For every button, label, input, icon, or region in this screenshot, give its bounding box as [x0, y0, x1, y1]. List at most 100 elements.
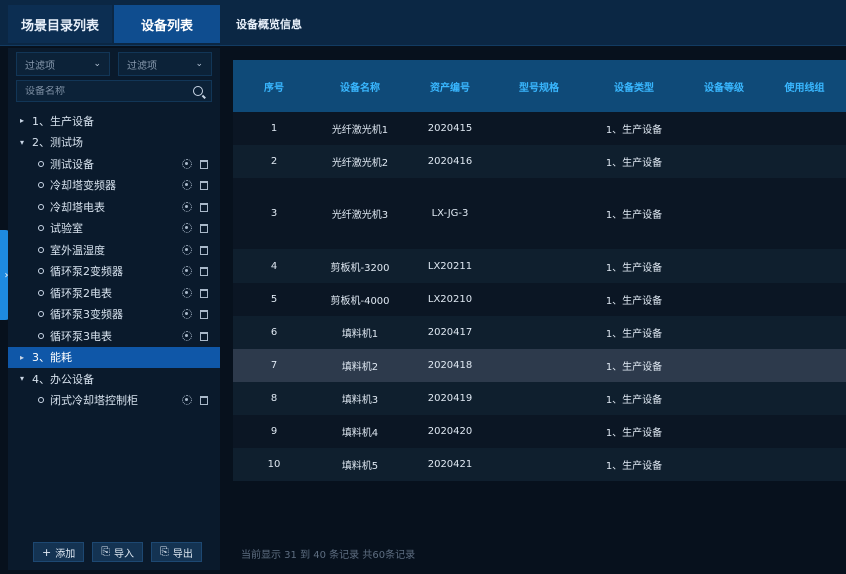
table-row[interactable]: 2 光纤激光机2 2020416 1、生产设备 — [233, 145, 846, 178]
tree-item[interactable]: 循环泵3变频器 — [8, 304, 220, 326]
tree-item-label: 闭式冷却塔控制柜 — [50, 394, 138, 408]
tab-scene-catalog[interactable]: 场景目录列表 — [8, 5, 112, 43]
tree-item[interactable]: 冷却塔变频器 — [8, 175, 220, 197]
tree-item[interactable]: 试验室 — [8, 218, 220, 240]
column-header[interactable]: 资产编号 — [405, 79, 495, 94]
gear-icon[interactable] — [182, 395, 192, 406]
add-button[interactable]: + 添加 — [33, 542, 85, 562]
table-body: 1 光纤激光机1 2020415 1、生产设备 2 光纤激光机2 2020416 1、生产设备… — [233, 112, 846, 481]
table-cell: 光纤激光机2 — [331, 158, 389, 169]
caret-down-icon: ▾ — [20, 137, 25, 147]
tab-device-overview[interactable]: 设备概览信息 — [222, 5, 342, 43]
file-icon: ⎘ — [101, 545, 111, 558]
table-cell: 填料机5 — [341, 461, 379, 472]
trash-icon[interactable] — [200, 202, 208, 212]
table-cell: 1、生产设备 — [605, 296, 663, 307]
table-cell: 2020419 — [427, 393, 473, 404]
caret-down-icon: ▾ — [20, 374, 25, 384]
table-row[interactable]: 1 光纤激光机1 2020415 1、生产设备 — [233, 112, 846, 145]
search-icon[interactable] — [193, 86, 203, 96]
filter-select-1[interactable]: 过滤项 ⌄ — [16, 52, 110, 76]
column-header[interactable]: 使用线组 — [763, 79, 846, 94]
column-header[interactable]: 型号规格 — [495, 79, 583, 94]
table-row[interactable]: 4 剪板机-3200 LX20211 1、生产设备 — [233, 249, 846, 283]
column-header[interactable]: 设备类型 — [583, 79, 685, 94]
trash-icon[interactable] — [200, 159, 208, 169]
tree-item[interactable]: 测试设备 — [8, 153, 220, 175]
tree-group[interactable]: ▾ 4、办公设备 — [8, 368, 220, 390]
column-header[interactable]: 设备等级 — [685, 79, 763, 94]
trash-icon[interactable] — [200, 224, 208, 234]
tree-item[interactable]: 循环泵3电表 — [8, 325, 220, 347]
table-row[interactable]: 10 填料机5 2020421 1、生产设备 — [233, 448, 846, 481]
table-cell: 2020421 — [427, 459, 473, 470]
table-row[interactable]: 7 填料机2 2020418 1、生产设备 — [233, 349, 846, 382]
file-icon: ⎘ — [160, 545, 169, 558]
table-cell: 1、生产设备 — [605, 262, 663, 274]
table-row[interactable]: 3 光纤激光机3 LX-JG-3 1、生产设备 — [233, 178, 846, 249]
tree-item[interactable]: 循环泵2变频器 — [8, 261, 220, 283]
table-row[interactable]: 8 填料机3 2020419 1、生产设备 — [233, 382, 846, 415]
gear-icon[interactable] — [182, 201, 192, 212]
gear-icon[interactable] — [182, 266, 192, 277]
column-header[interactable]: 设备名称 — [315, 79, 405, 94]
tree-item-label: 测试设备 — [50, 157, 94, 171]
tree-item[interactable]: 冷却塔电表 — [8, 196, 220, 218]
tree-item-actions — [182, 201, 208, 212]
tree-group[interactable]: ▸ 1、生产设备 — [8, 110, 220, 132]
gear-icon[interactable] — [182, 287, 192, 298]
tree-group[interactable]: ▾ 2、测试场 — [8, 132, 220, 154]
trash-icon[interactable] — [200, 331, 208, 341]
filter-select-2[interactable]: 过滤项 ⌄ — [118, 52, 212, 76]
circle-icon — [38, 203, 44, 210]
tree-item-actions — [182, 330, 208, 341]
trash-icon[interactable] — [200, 267, 208, 277]
circle-icon — [38, 225, 44, 232]
button-label: 导入 — [114, 548, 135, 560]
tree-item-actions — [182, 395, 208, 406]
table-cell: LX-JG-3 — [431, 208, 469, 219]
import-button[interactable]: ⎘ 导入 — [92, 542, 144, 562]
tree-item[interactable]: 闭式冷却塔控制柜 — [8, 390, 220, 412]
export-button[interactable]: ⎘ 导出 — [151, 542, 202, 562]
button-label: 导出 — [172, 548, 193, 560]
tree-item[interactable]: 循环泵2电表 — [8, 282, 220, 304]
table-row[interactable]: 9 填料机4 2020420 1、生产设备 — [233, 415, 846, 448]
chevron-down-icon: ⌄ — [93, 59, 101, 69]
filter-label: 过滤项 — [25, 60, 55, 72]
gear-icon[interactable] — [182, 180, 192, 191]
trash-icon[interactable] — [200, 181, 208, 191]
tree-group[interactable]: ▸ 3、能耗 — [8, 346, 220, 368]
gear-icon[interactable] — [182, 330, 192, 341]
search-input[interactable] — [25, 85, 193, 97]
table-cell: 1、生产设备 — [605, 125, 663, 136]
caret-right-icon: ▸ — [20, 116, 25, 126]
column-header[interactable]: 序号 — [233, 79, 315, 94]
trash-icon[interactable] — [200, 310, 208, 320]
table-cell: 2020418 — [427, 360, 473, 371]
trash-icon[interactable] — [200, 288, 208, 298]
table-cell: 填料机3 — [341, 395, 379, 406]
action-buttons: + 添加 ⎘ 导入 ⎘ 导出 — [33, 542, 202, 562]
table-row[interactable]: 5 剪板机-4000 LX20210 1、生产设备 — [233, 283, 846, 316]
tree-item[interactable]: 室外温湿度 — [8, 239, 220, 261]
tree-item-actions — [182, 266, 208, 277]
trash-icon[interactable] — [200, 396, 208, 406]
tree-group-label: 3、能耗 — [32, 351, 72, 365]
tab-device-list[interactable]: 设备列表 — [114, 5, 220, 43]
trash-icon[interactable] — [200, 245, 208, 255]
circle-icon — [38, 182, 44, 189]
table-cell: 剪板机-4000 — [330, 296, 390, 307]
table-header: 序号 设备名称 资产编号 型号规格 设备类型 设备等级 使用线组 — [233, 60, 846, 112]
table-row[interactable]: 6 填料机1 2020417 1、生产设备 — [233, 316, 846, 349]
table-cell: 1、生产设备 — [605, 158, 663, 169]
gear-icon[interactable] — [182, 158, 192, 169]
tree-item-label: 冷却塔电表 — [50, 200, 105, 214]
tree-item-actions — [182, 158, 208, 169]
table-cell: 填料机1 — [341, 329, 379, 340]
table-cell: LX20211 — [427, 260, 473, 272]
gear-icon[interactable] — [182, 223, 192, 234]
table-cell: 1、生产设备 — [605, 428, 663, 439]
gear-icon[interactable] — [182, 244, 192, 255]
gear-icon[interactable] — [182, 309, 192, 320]
